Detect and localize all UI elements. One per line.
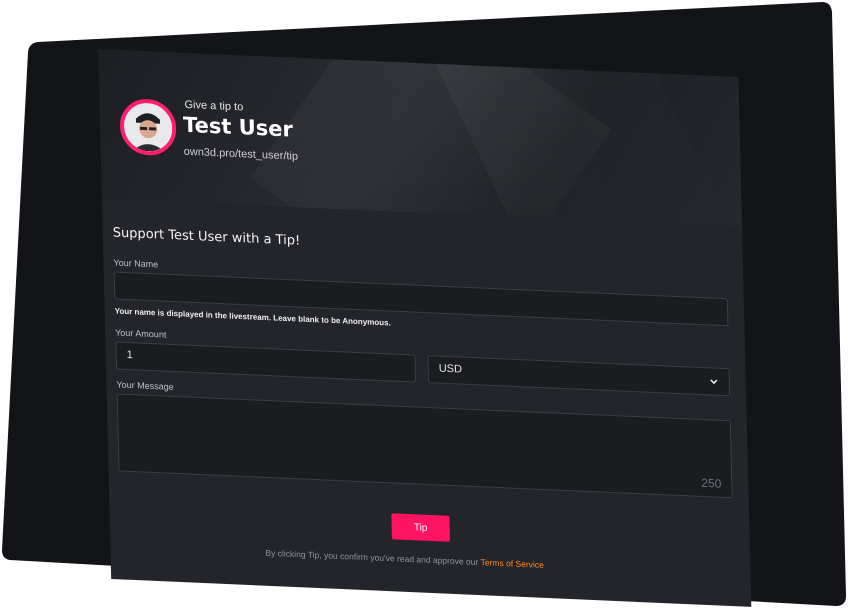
- legal-notice: By clicking Tip, you confirm you've read…: [265, 548, 544, 570]
- form-heading: Support Test User with a Tip!: [112, 225, 301, 249]
- streamer-name: Test User: [182, 112, 294, 142]
- legal-text: By clicking Tip, you confirm you've read…: [265, 547, 479, 568]
- profile-header: [98, 49, 743, 228]
- amount-input[interactable]: 1: [115, 341, 417, 383]
- char-counter: 250: [701, 475, 722, 491]
- currency-select[interactable]: USD: [427, 355, 731, 397]
- person-icon: [123, 102, 173, 153]
- message-label: Your Message: [116, 379, 174, 392]
- terms-link[interactable]: Terms of Service: [480, 557, 544, 570]
- give-tip-label: Give a tip to: [184, 98, 244, 114]
- message-textarea[interactable]: 250: [116, 393, 733, 499]
- tablet-device: Give a tip to Test User own3d.pro/test_u…: [0, 0, 851, 610]
- amount-label: Your Amount: [115, 327, 167, 340]
- name-label: Your Name: [113, 257, 159, 270]
- chevron-down-icon: [710, 379, 718, 385]
- currency-value: USD: [438, 362, 463, 376]
- tip-page: Give a tip to Test User own3d.pro/test_u…: [98, 40, 752, 607]
- tip-button[interactable]: Tip: [391, 513, 450, 542]
- tip-form: Support Test User with a Tip! Your Name …: [101, 199, 752, 607]
